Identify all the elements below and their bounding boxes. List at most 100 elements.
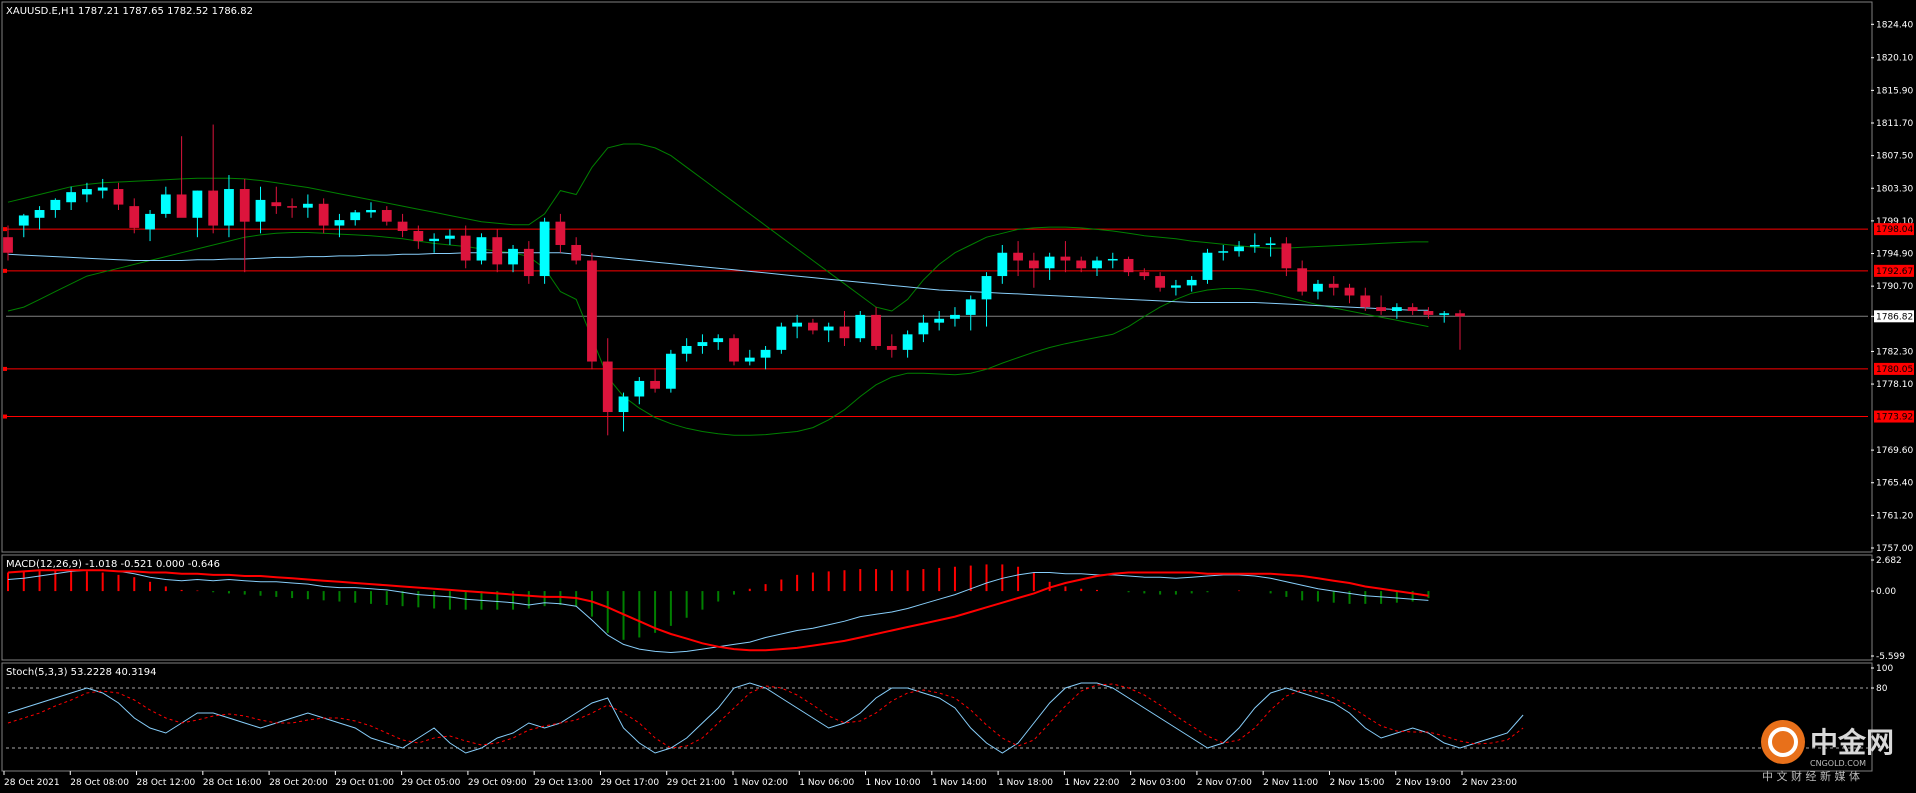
time-tick-label: 2 Nov 07:00 xyxy=(1197,778,1252,788)
candle-body xyxy=(429,238,440,242)
candle-body xyxy=(302,203,313,208)
level-price-label: 1792.67 xyxy=(1876,267,1913,277)
candle-body xyxy=(760,349,771,358)
macd-tick-label: 2.682 xyxy=(1876,556,1902,566)
candle-body xyxy=(1423,311,1434,315)
stoch-d-line xyxy=(7,683,1524,749)
candle-body xyxy=(1281,243,1292,269)
time-tick-label: 2 Nov 03:00 xyxy=(1131,778,1186,788)
time-tick-label: 29 Oct 05:00 xyxy=(402,778,461,788)
moving-average-line xyxy=(7,252,1429,311)
candle-body xyxy=(981,276,992,300)
candle-body xyxy=(287,206,297,208)
candle-body xyxy=(66,192,77,203)
ohlc-label: 1787.21 1787.65 1782.52 1786.82 xyxy=(78,6,253,17)
candle-body xyxy=(1328,283,1339,288)
candle-body xyxy=(555,221,566,245)
time-tick-label: 29 Oct 01:00 xyxy=(335,778,394,788)
candle-body xyxy=(1155,276,1166,288)
candle-body xyxy=(823,326,834,331)
candle-body xyxy=(1376,307,1386,312)
candle-body xyxy=(1407,307,1418,312)
candle-body xyxy=(871,314,881,346)
candle-body xyxy=(255,199,266,222)
trading-chart[interactable]: 1824.40 1820.10 1815.90 1811.70 1807.50 1803.… xyxy=(0,0,1916,793)
macd-panel[interactable] xyxy=(7,564,1430,654)
candle-body xyxy=(1202,252,1213,280)
axes: 1824.40 1820.10 1815.90 1811.70 1807.50 1803.… xyxy=(3,20,1914,788)
candle-body xyxy=(1076,260,1087,269)
candle-body xyxy=(97,187,108,191)
stoch-tick-label: 80 xyxy=(1876,684,1888,694)
candle-body xyxy=(665,353,676,389)
level-handle xyxy=(3,227,7,232)
candle-body xyxy=(3,237,13,253)
candle-body xyxy=(318,203,329,226)
candle-body xyxy=(1092,260,1102,269)
brand-domain: CNGOLD.COM xyxy=(1810,759,1866,768)
time-tick-label: 1 Nov 06:00 xyxy=(799,778,854,788)
candle-body xyxy=(776,326,787,350)
time-tick-label: 2 Nov 19:00 xyxy=(1396,778,1451,788)
candle-body xyxy=(1234,246,1244,252)
candle-body xyxy=(792,322,803,327)
macd-panel-border xyxy=(1,554,1873,661)
time-tick-label: 29 Oct 17:00 xyxy=(600,778,659,788)
candle-body xyxy=(918,322,929,335)
candle-body xyxy=(934,318,945,323)
candle-body xyxy=(855,314,866,339)
time-tick-label: 29 Oct 09:00 xyxy=(468,778,527,788)
candle-body xyxy=(1218,251,1229,253)
candle-body xyxy=(1060,256,1071,261)
candle-body xyxy=(1360,295,1371,308)
price-tick-label: 1765.40 xyxy=(1876,479,1913,489)
candle-body xyxy=(271,202,282,207)
candle-body xyxy=(1313,283,1323,292)
candle-body xyxy=(1455,313,1465,317)
candle-body xyxy=(618,396,629,413)
price-tick-label: 1761.20 xyxy=(1876,511,1913,521)
stoch-panel[interactable] xyxy=(6,682,1868,754)
candle-body xyxy=(18,215,29,226)
candle-body xyxy=(523,248,534,277)
candle-body xyxy=(729,338,739,362)
time-tick-label: 1 Nov 02:00 xyxy=(733,778,788,788)
price-tick-label: 1778.10 xyxy=(1876,380,1913,390)
candle-body xyxy=(1028,260,1039,269)
candle-body xyxy=(1139,272,1150,277)
candle-body xyxy=(1107,258,1118,261)
candle-body xyxy=(681,345,692,354)
candle-body xyxy=(192,190,203,218)
time-tick-label: 28 Oct 20:00 xyxy=(269,778,328,788)
candle-body xyxy=(539,221,550,277)
candle-body xyxy=(460,235,471,261)
candle-body xyxy=(902,334,913,350)
candle-body xyxy=(82,189,92,195)
candle-body xyxy=(1171,285,1181,288)
candle-body xyxy=(634,380,645,397)
bollinger-upper-line xyxy=(7,143,1429,312)
candle-body xyxy=(1186,279,1197,286)
time-tick-label: 1 Nov 18:00 xyxy=(998,778,1053,788)
price-tick-label: 1790.70 xyxy=(1876,282,1913,292)
level-price-label: 1773.92 xyxy=(1876,413,1913,423)
candle-body xyxy=(1123,258,1134,273)
stoch-panel-border xyxy=(1,662,1873,772)
candle-body xyxy=(1249,244,1260,247)
candle-body xyxy=(366,210,376,213)
time-tick-label: 28 Oct 16:00 xyxy=(203,778,262,788)
price-tick-label: 1794.90 xyxy=(1876,250,1913,260)
candle-body xyxy=(145,213,155,230)
candle-body xyxy=(950,314,960,319)
candle-body xyxy=(129,206,140,228)
price-panel[interactable] xyxy=(3,124,1868,436)
candle-body xyxy=(571,244,582,261)
candle-body xyxy=(160,194,171,214)
level-handle xyxy=(3,414,7,419)
candle-body xyxy=(397,221,408,231)
candle-body xyxy=(350,212,361,221)
candle-body xyxy=(381,210,392,222)
current-price-label: 1786.82 xyxy=(1876,312,1913,322)
time-tick-label: 2 Nov 15:00 xyxy=(1329,778,1384,788)
candle-body xyxy=(697,342,708,346)
